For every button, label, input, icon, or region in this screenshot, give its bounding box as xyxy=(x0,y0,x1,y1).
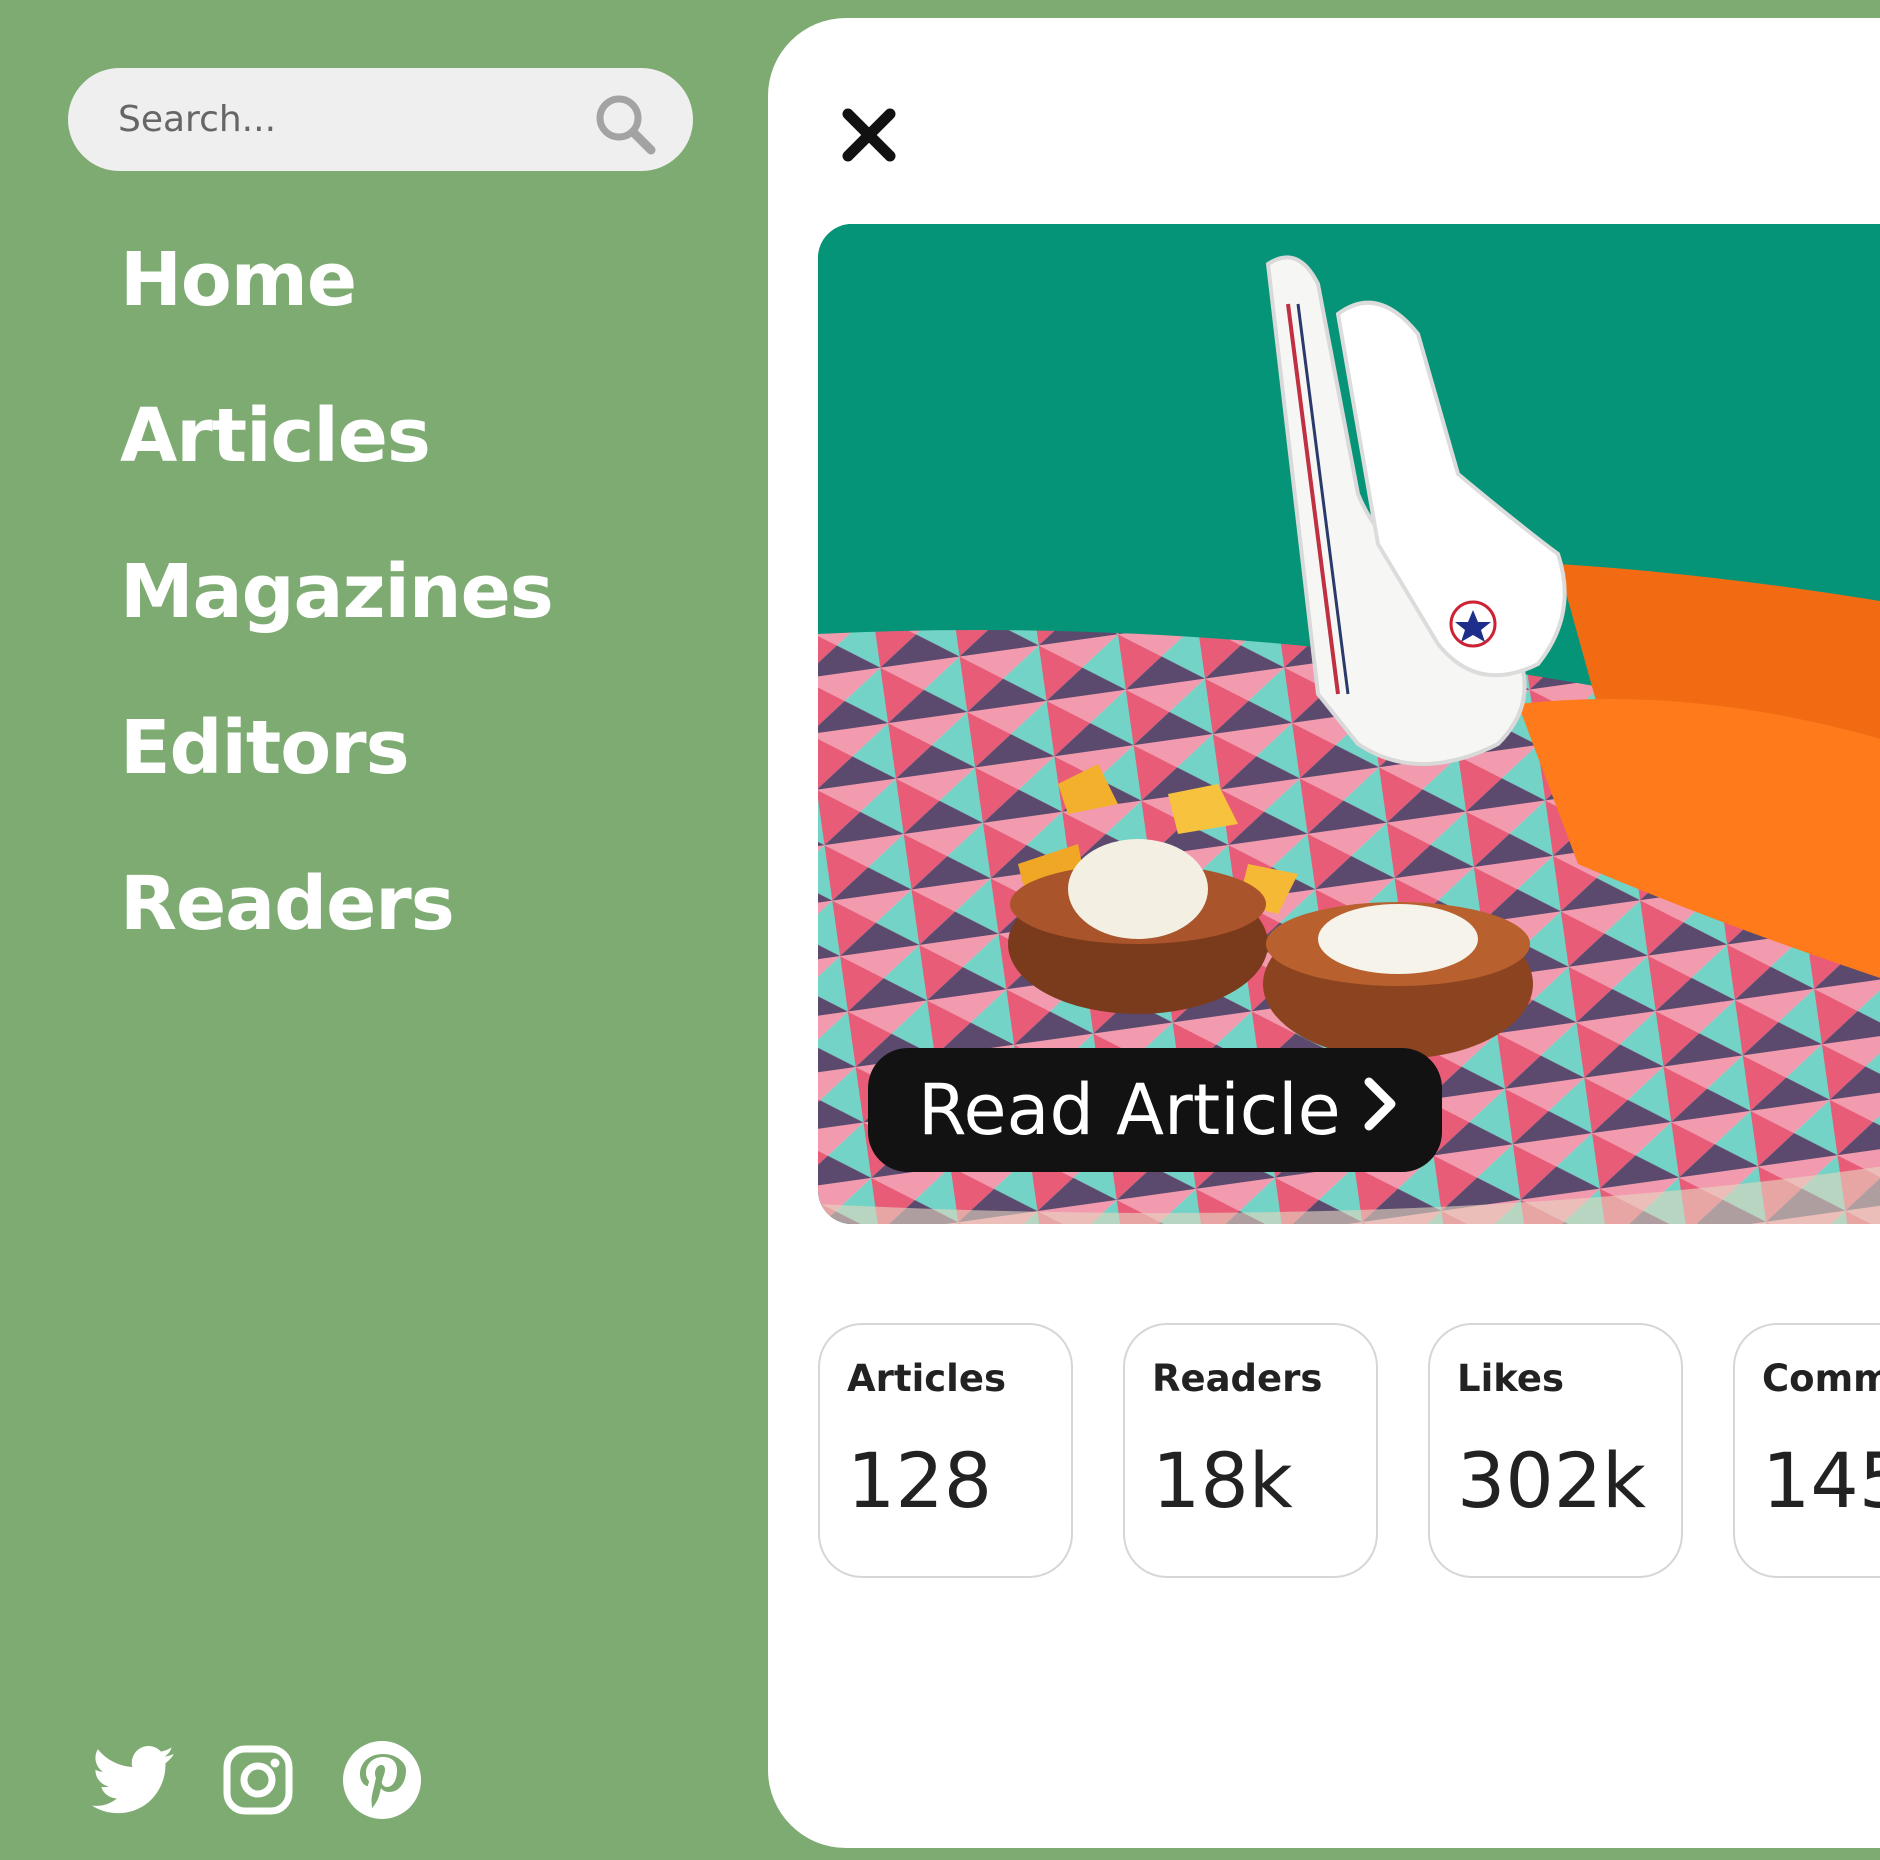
stat-value: 128 xyxy=(847,1436,993,1525)
stat-label: Comm xyxy=(1762,1357,1880,1400)
close-icon[interactable] xyxy=(840,106,898,164)
search-input[interactable] xyxy=(118,99,578,140)
twitter-icon[interactable] xyxy=(92,1745,174,1820)
stat-card-comments: Comm 145 xyxy=(1733,1323,1880,1578)
main-nav: Home Articles Magazines Editors Readers xyxy=(120,230,554,1010)
stat-value: 145 xyxy=(1762,1436,1880,1525)
nav-item-home[interactable]: Home xyxy=(120,230,553,386)
stat-value: 18k xyxy=(1152,1436,1293,1525)
pinterest-icon[interactable] xyxy=(342,1740,422,1825)
nav-item-editors[interactable]: Editors xyxy=(120,698,553,854)
nav-item-articles[interactable]: Articles xyxy=(120,386,553,542)
sidebar: Home Articles Magazines Editors Readers xyxy=(0,0,768,1860)
search-icon[interactable] xyxy=(591,90,659,158)
instagram-icon[interactable] xyxy=(222,1744,294,1821)
chevron-right-icon xyxy=(1359,1069,1399,1151)
read-article-label: Read Article xyxy=(918,1069,1341,1151)
stats-row: Articles 128 Readers 18k Likes 302k Comm… xyxy=(818,1323,1880,1578)
stat-value: 302k xyxy=(1457,1436,1647,1525)
social-links xyxy=(92,1740,422,1825)
read-article-button[interactable]: Read Article xyxy=(868,1048,1442,1172)
stat-label: Articles xyxy=(847,1357,1006,1400)
nav-item-readers[interactable]: Readers xyxy=(120,854,553,1010)
content-panel: Read Article Articles 128 Readers 18k Li… xyxy=(768,18,1880,1848)
stat-card-readers: Readers 18k xyxy=(1123,1323,1378,1578)
search-bar xyxy=(68,68,693,171)
stat-label: Readers xyxy=(1152,1357,1323,1400)
stat-card-likes: Likes 302k xyxy=(1428,1323,1683,1578)
stat-card-articles: Articles 128 xyxy=(818,1323,1073,1578)
stat-label: Likes xyxy=(1457,1357,1564,1400)
nav-item-magazines[interactable]: Magazines xyxy=(120,542,554,698)
